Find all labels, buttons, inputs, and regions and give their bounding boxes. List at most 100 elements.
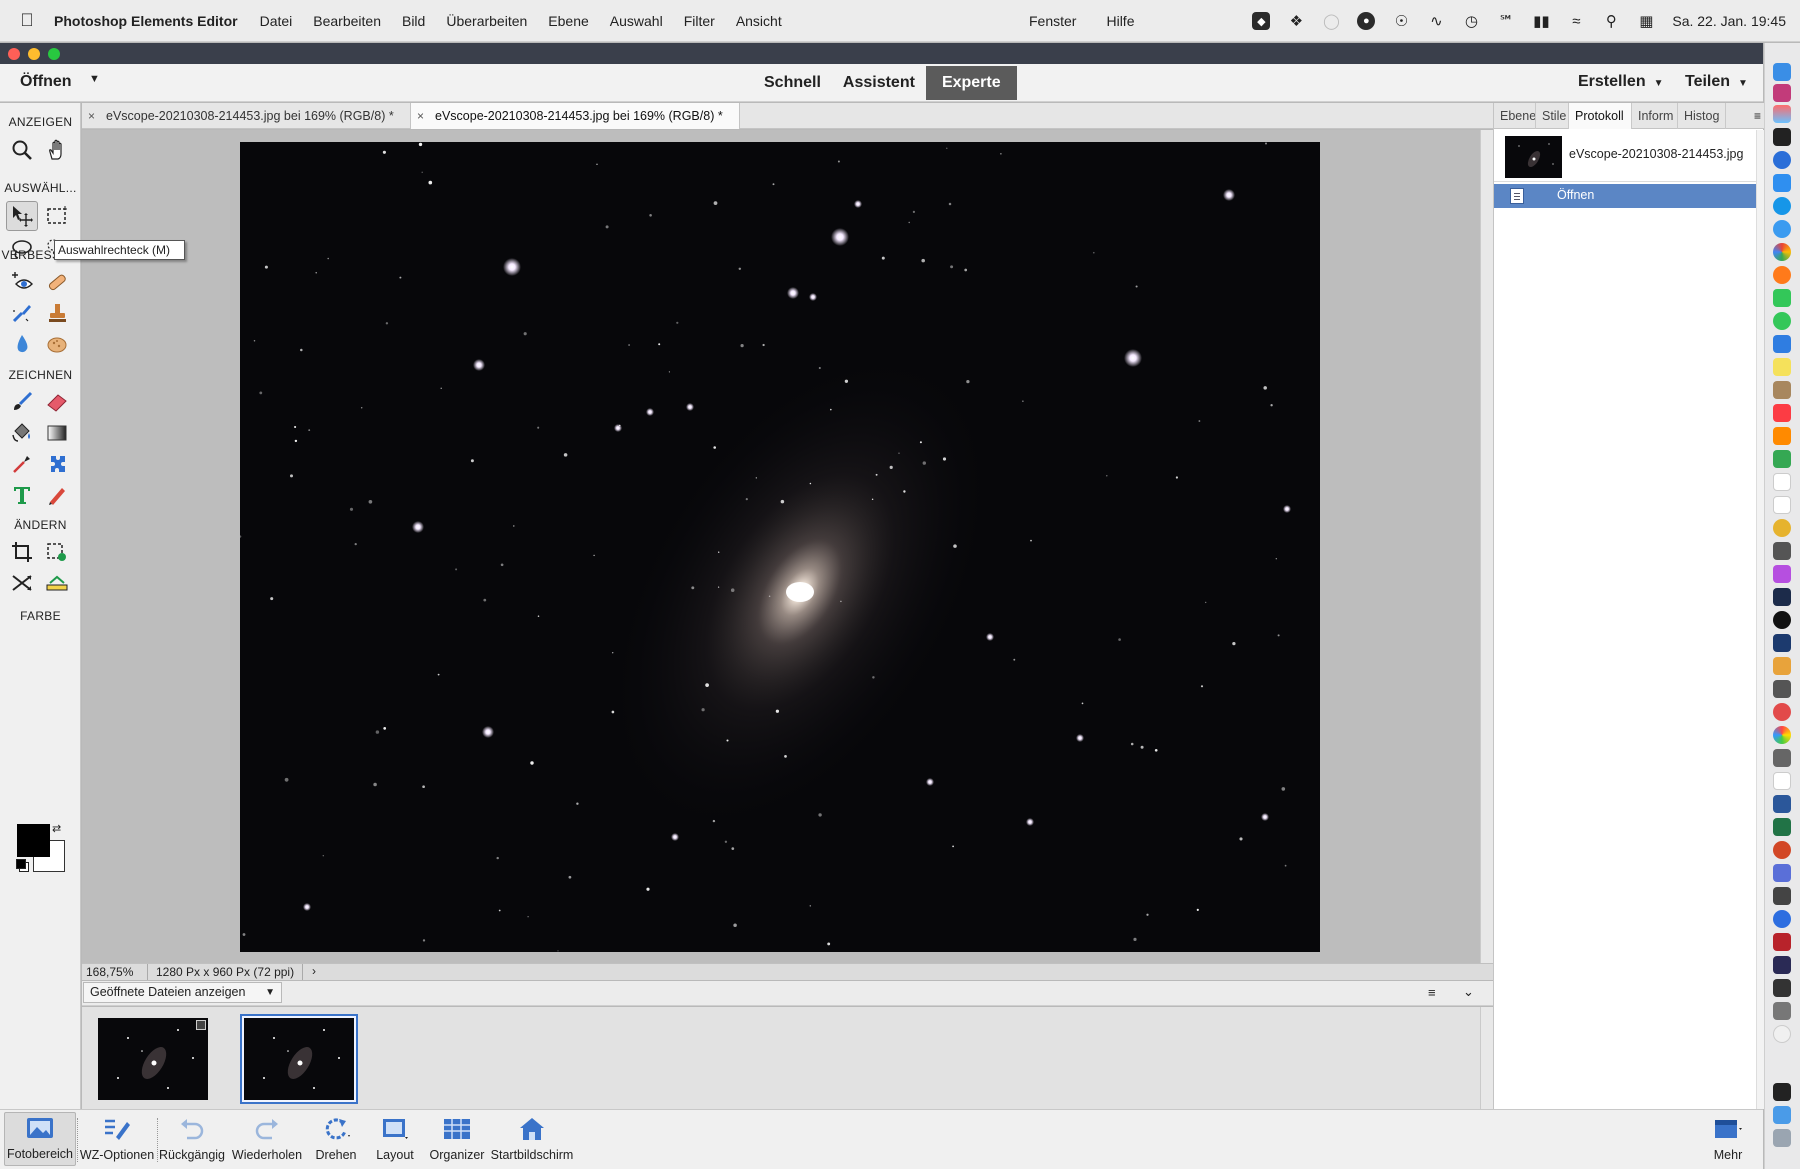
word-icon[interactable] [1773,795,1791,813]
custom-shape-tool[interactable] [41,449,73,479]
signature-icon[interactable]: ∿ [1427,12,1445,30]
facetime-icon[interactable] [1773,289,1791,307]
rectangular-marquee-tool[interactable] [41,201,73,231]
password-icon[interactable]: ☉ [1392,12,1410,30]
dropbox-icon[interactable]: ❖ [1287,12,1305,30]
bin-menu-icon[interactable]: ≡ [1428,985,1436,1000]
spotlight-search-icon[interactable]: ⚲ [1602,12,1620,30]
zoom-level[interactable]: 168,75% [86,965,133,979]
galaxy-image-canvas[interactable] [240,142,1320,952]
chrome-icon[interactable] [1773,243,1791,261]
menu-fenster[interactable]: Fenster [1029,13,1076,29]
undo-button[interactable]: Rückgängig [158,1114,226,1162]
books-icon[interactable] [1773,427,1791,445]
redo-button[interactable]: Wiederholen [230,1114,304,1162]
app-icon-43[interactable] [1773,1025,1791,1043]
menu-ueberarbeiten[interactable]: Überarbeiten [446,13,527,29]
bluetooth-icon[interactable]: ℠ [1497,12,1515,30]
excel-icon[interactable] [1773,818,1791,836]
maps-icon[interactable] [1773,450,1791,468]
contacts-icon[interactable] [1773,381,1791,399]
crop-tool[interactable] [6,537,38,567]
swap-colors-icon[interactable]: ⇄ [52,822,61,835]
tab-protokoll[interactable]: Protokoll [1569,103,1632,129]
app-icon-25[interactable] [1773,611,1791,629]
tab-histogramm[interactable]: Histog [1678,103,1726,129]
messages-icon[interactable] [1773,312,1791,330]
time-machine-icon[interactable]: ◷ [1462,12,1480,30]
menu-bild[interactable]: Bild [402,13,425,29]
terminal-icon[interactable] [1773,128,1791,146]
app-store-icon[interactable] [1773,174,1791,192]
photos-icon[interactable] [1773,726,1791,744]
launchpad-icon[interactable] [1773,105,1791,123]
canvas-area[interactable] [82,130,1480,963]
smart-brush-tool[interactable] [6,298,38,328]
hand-tool[interactable] [41,135,73,165]
app-icon-29[interactable] [1773,703,1791,721]
close-tab-icon[interactable]: × [417,103,424,129]
firefox-icon[interactable] [1773,266,1791,284]
photo-bin-button[interactable]: Fotobereich [4,1112,76,1166]
layout-button[interactable]: Layout [370,1114,420,1162]
app-icon-26[interactable] [1773,634,1791,652]
app-name-menu[interactable]: Photoshop Elements Editor [54,13,238,29]
app-icon-37[interactable] [1773,887,1791,905]
create-button[interactable]: Erstellen ▼ [1578,73,1664,91]
gradient-tool[interactable] [41,418,73,448]
photoshop-elements-icon[interactable] [1773,1083,1791,1101]
finder-icon[interactable] [1773,63,1791,81]
skype-icon[interactable] [1773,197,1791,215]
app-icon-23[interactable] [1773,565,1791,583]
tab-ebenen[interactable]: Ebene [1494,103,1536,129]
menu-datei[interactable]: Datei [260,13,293,29]
foreground-color-swatch[interactable] [17,824,50,857]
music-icon[interactable] [1773,404,1791,422]
zoom-window-button[interactable] [48,48,60,60]
brush-tool[interactable] [6,387,38,417]
blur-tool[interactable] [6,329,38,359]
canvas-vertical-scrollbar[interactable] [1480,130,1493,963]
rotate-button[interactable]: Drehen [310,1114,362,1162]
recompose-tool[interactable] [41,537,73,567]
notes-icon[interactable] [1773,358,1791,376]
history-snapshot[interactable]: eVscope-20210308-214453.jpg [1494,130,1764,182]
panel-menu-icon[interactable]: ≡ [1754,103,1761,129]
app-icon-24[interactable] [1773,588,1791,606]
mode-schnell[interactable]: Schnell [753,66,832,100]
open-button[interactable]: Öffnen [20,73,72,91]
mail-icon[interactable] [1773,335,1791,353]
app-icon-27[interactable] [1773,657,1791,675]
menu-clock[interactable]: Sa. 22. Jan. 19:45 [1672,13,1786,29]
menu-ebene[interactable]: Ebene [548,13,588,29]
menu-hilfe[interactable]: Hilfe [1106,13,1134,29]
organizer-button[interactable]: Organizer [427,1114,487,1162]
panel-scrollbar[interactable] [1756,130,1764,1109]
home-screen-button[interactable]: Startbildschirm [489,1114,575,1162]
app-icon-40[interactable] [1773,956,1791,974]
tab-informationen[interactable]: Inform [1632,103,1678,129]
battery-icon[interactable]: ▮▮ [1532,12,1550,30]
password-app-icon[interactable] [1773,151,1791,169]
mode-assistent[interactable]: Assistent [832,66,926,100]
status-more-arrow-icon[interactable]: › [312,964,316,978]
zoom-tool[interactable] [6,135,38,165]
default-colors-icon[interactable] [16,859,26,869]
app-icon-36[interactable] [1773,864,1791,882]
menu-ansicht[interactable]: Ansicht [736,13,782,29]
wifi-icon[interactable]: ≈ [1567,12,1585,30]
user-status-icon[interactable]: ● [1357,12,1376,30]
healing-brush-tool[interactable] [41,267,73,297]
mode-experte[interactable]: Experte [925,66,1017,100]
safari-icon[interactable] [1773,220,1791,238]
app-icon-38[interactable] [1773,910,1791,928]
move-tool[interactable] [6,201,38,231]
trash-icon[interactable] [1773,1129,1791,1147]
reminders-icon[interactable] [1773,496,1791,514]
share-button[interactable]: Teilen ▼ [1685,73,1748,91]
straighten-tool[interactable] [41,568,73,598]
pencil-tool[interactable] [41,480,73,510]
tool-options-button[interactable]: WZ-Optionen [78,1114,156,1162]
textedit-icon[interactable] [1773,772,1791,790]
app-icon-41[interactable] [1773,979,1791,997]
